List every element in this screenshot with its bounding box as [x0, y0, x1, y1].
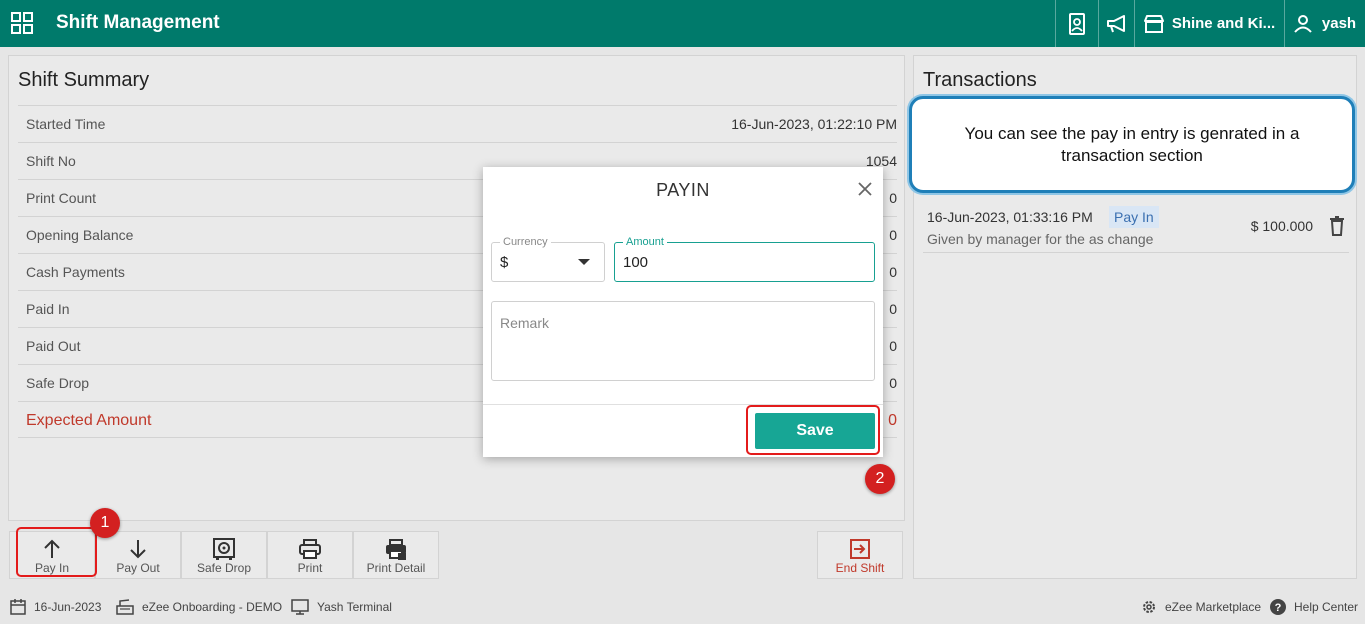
step-2-badge: 2: [865, 464, 895, 494]
announcement-button[interactable]: [1098, 0, 1134, 47]
summary-label: Expected Amount: [26, 412, 152, 429]
step-1-badge: 1: [90, 508, 120, 538]
summary-value: 0: [889, 375, 897, 391]
summary-value: 0: [889, 190, 897, 206]
currency-label: Currency: [500, 236, 551, 248]
top-bar: Shift Management Shine and Ki... yash: [0, 0, 1365, 47]
print-button[interactable]: Print: [267, 531, 353, 579]
marketplace-text: eZee Marketplace: [1165, 600, 1262, 614]
currency-value: $: [500, 254, 509, 271]
status-date: 16-Jun-2023: [10, 599, 101, 615]
shift-summary-title: Shift Summary: [18, 69, 150, 91]
help-center-link[interactable]: ? Help Center: [1270, 599, 1358, 615]
summary-value: 0: [889, 227, 897, 243]
status-org: eZee Onboarding - DEMO: [116, 599, 282, 615]
user-icon: [1294, 14, 1312, 33]
summary-value: 16-Jun-2023, 01:22:10 PM: [731, 116, 897, 132]
terminal-user-button[interactable]: [1055, 0, 1098, 47]
safe-drop-button[interactable]: Safe Drop: [181, 531, 267, 579]
safe-drop-label: Safe Drop: [196, 561, 252, 575]
status-terminal: Yash Terminal: [291, 599, 392, 615]
remark-textarea[interactable]: Remark: [491, 301, 875, 381]
status-org-text: eZee Onboarding - DEMO: [142, 600, 283, 614]
summary-row: Started Time 16-Jun-2023, 01:22:10 PM: [18, 105, 897, 142]
save-highlight: [746, 405, 880, 455]
store-selector[interactable]: Shine and Ki...: [1134, 0, 1284, 47]
user-menu[interactable]: yash: [1284, 0, 1365, 47]
summary-label: Opening Balance: [26, 227, 134, 243]
status-bar: 16-Jun-2023 eZee Onboarding - DEMO Yash …: [0, 588, 1365, 624]
megaphone-icon: [1106, 14, 1125, 32]
summary-value: 0: [889, 338, 897, 354]
summary-value: 0: [888, 412, 897, 429]
arrow-down-icon: [130, 540, 146, 559]
apps-grid-icon[interactable]: [11, 12, 33, 34]
transactions-title: Transactions: [923, 69, 1037, 91]
monitor-icon: [291, 599, 309, 615]
calendar-icon: [10, 599, 26, 615]
close-icon[interactable]: [857, 181, 873, 197]
summary-label: Paid Out: [26, 338, 81, 354]
transaction-item[interactable]: 16-Jun-2023, 01:33:16 PM Pay In Given by…: [923, 203, 1349, 253]
dropdown-caret-icon: [578, 259, 590, 265]
summary-value: 0: [889, 301, 897, 317]
store-icon: [1143, 14, 1164, 33]
dialog-title: PAYIN: [656, 180, 710, 200]
remark-placeholder: Remark: [500, 315, 550, 331]
status-date-text: 16-Jun-2023: [34, 600, 102, 614]
summary-label: Print Count: [26, 190, 97, 206]
safe-icon: [213, 538, 235, 560]
exit-icon: [850, 539, 870, 559]
gear-icon: [1143, 601, 1155, 613]
summary-label: Paid In: [26, 301, 70, 317]
store-name: Shine and Ki...: [1171, 15, 1276, 32]
summary-label: Cash Payments: [26, 264, 125, 280]
summary-label: Safe Drop: [26, 375, 90, 391]
printer-detail-icon: [386, 539, 406, 560]
end-shift-label: End Shift: [835, 561, 885, 575]
badge-icon: [1069, 12, 1085, 35]
summary-label: Started Time: [26, 116, 106, 132]
amount-input[interactable]: Amount 100: [614, 236, 875, 282]
currency-select[interactable]: Currency $: [491, 236, 605, 282]
svg-text:?: ?: [1275, 602, 1282, 614]
app-title: Shift Management: [56, 12, 220, 33]
print-label: Print: [297, 561, 323, 575]
amount-value: 100: [623, 254, 649, 271]
pay-in-highlight: [16, 527, 97, 577]
amount-label: Amount: [623, 236, 667, 248]
register-icon: [116, 599, 134, 615]
print-detail-button[interactable]: Print Detail: [353, 531, 439, 579]
end-shift-button[interactable]: End Shift: [817, 531, 903, 579]
transaction-remark: Given by manager for the as change: [927, 231, 1154, 247]
summary-value: 0: [889, 264, 897, 280]
callout-note: You can see the pay in entry is genrated…: [909, 96, 1355, 193]
help-icon: ?: [1270, 599, 1286, 615]
pay-out-button[interactable]: Pay Out: [95, 531, 181, 579]
pay-out-label: Pay Out: [116, 561, 160, 575]
transaction-datetime: 16-Jun-2023, 01:33:16 PM: [927, 209, 1093, 225]
transaction-type-badge: Pay In: [1109, 206, 1159, 228]
user-name: yash: [1321, 15, 1357, 32]
help-center-text: Help Center: [1294, 600, 1359, 614]
print-detail-label: Print Detail: [366, 561, 426, 575]
transaction-amount: $ 100.000: [1250, 218, 1313, 234]
summary-label: Shift No: [26, 153, 76, 169]
delete-icon[interactable]: [1329, 216, 1345, 236]
printer-icon: [299, 539, 321, 559]
status-terminal-text: Yash Terminal: [317, 600, 392, 614]
marketplace-link[interactable]: eZee Marketplace: [1141, 599, 1261, 615]
